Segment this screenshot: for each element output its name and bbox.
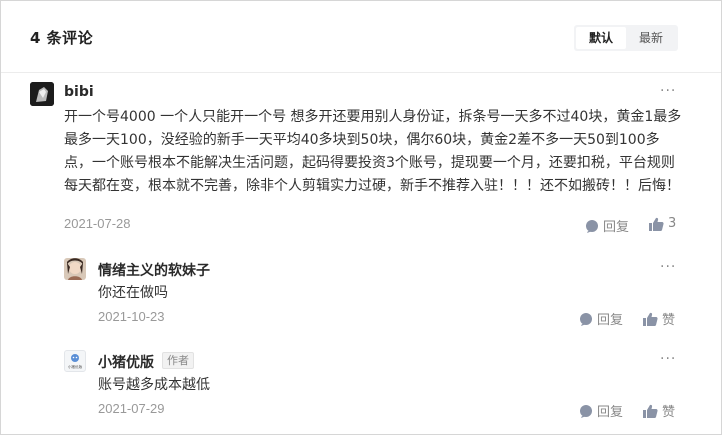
reply-button[interactable]: 回复 [579, 309, 623, 328]
like-count: 3 [668, 216, 677, 231]
reply-label: 回复 [603, 220, 630, 235]
thumbs-up-icon [643, 312, 658, 326]
more-options-icon[interactable]: ··· [660, 351, 676, 367]
reply-date: 2021-07-29 [98, 401, 165, 416]
more-options-icon[interactable]: ··· [660, 259, 676, 275]
sort-latest-button[interactable]: 最新 [626, 27, 676, 49]
reply-text: 账号越多成本越低 [98, 377, 210, 393]
comments-header: 4 条评论 默认 最新 [1, 1, 721, 73]
reply-author[interactable]: 小猪优版 [98, 352, 154, 372]
more-options-icon[interactable]: ··· [660, 83, 676, 99]
thumbs-up-icon [643, 404, 658, 418]
like-button[interactable]: 赞 [643, 401, 675, 420]
sort-toggle: 默认 最新 [574, 25, 678, 51]
sort-default-button[interactable]: 默认 [576, 27, 626, 49]
comment-text: 开一个号4000 一个人只能开一个号 想多开还要用别人身份证，拆条号一天多不过4… [64, 109, 682, 194]
like-button[interactable]: 3 [649, 216, 676, 231]
thumbs-up-icon [649, 217, 664, 231]
reply-button[interactable]: 回复 [585, 216, 629, 235]
reply-button[interactable]: 回复 [579, 401, 623, 420]
like-button[interactable]: 赞 [643, 309, 675, 328]
like-label: 赞 [662, 405, 676, 420]
comment-date: 2021-07-28 [64, 216, 131, 231]
comment-bubble-icon [580, 312, 592, 326]
reply-date: 2021-10-23 [98, 309, 165, 324]
reply-label: 回复 [597, 313, 624, 328]
author-badge: 作者 [162, 352, 194, 369]
comments-panel: 4 条评论 默认 最新 bibi ··· 开一个号4000 一个人只能开一个号 … [0, 0, 722, 435]
comment-count-title: 4 条评论 [30, 29, 94, 47]
reply-text: 你还在做吗 [98, 285, 168, 301]
like-label: 赞 [662, 313, 676, 328]
avatar-label: 小猪优版 [68, 364, 83, 369]
reply-author[interactable]: 情绪主义的软妹子 [98, 260, 210, 280]
avatar[interactable] [64, 258, 86, 280]
avatar[interactable]: 小猪优版 [64, 350, 86, 372]
avatar[interactable] [30, 82, 54, 106]
comment-author[interactable]: bibi [64, 84, 94, 100]
reply-label: 回复 [597, 405, 624, 420]
comment-bubble-icon [580, 404, 592, 418]
comment-bubble-icon [586, 219, 598, 233]
